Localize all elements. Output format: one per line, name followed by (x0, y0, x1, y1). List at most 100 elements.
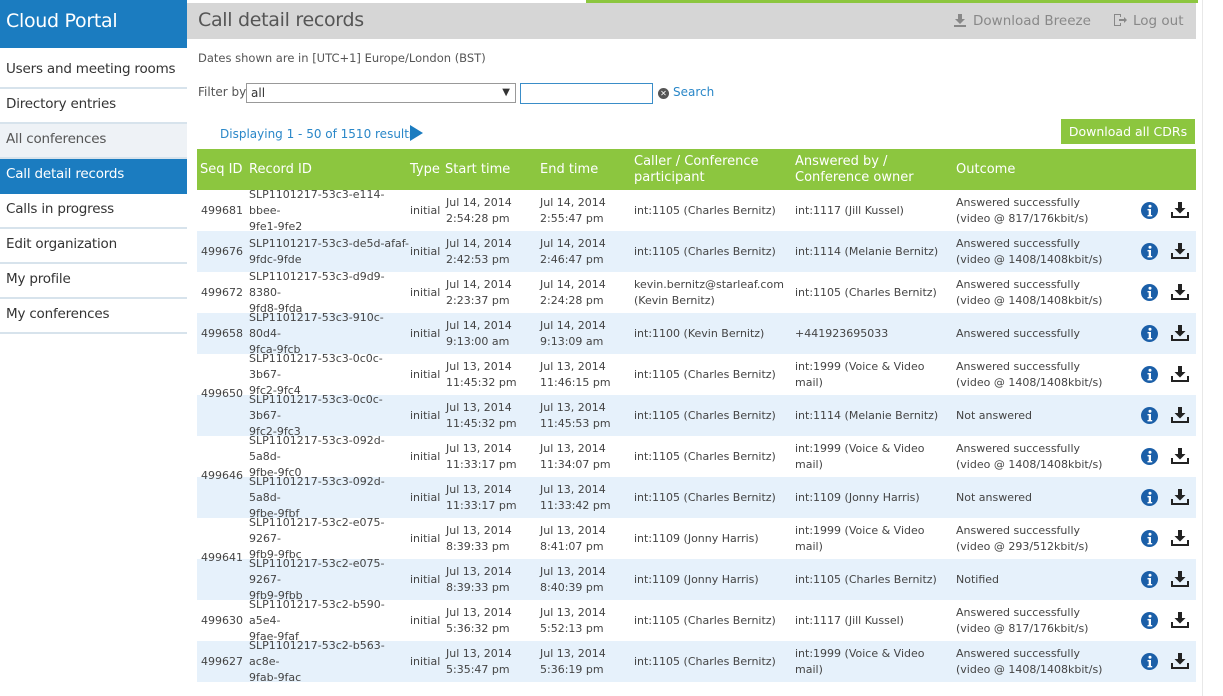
search-button[interactable]: ✕ Search (658, 85, 714, 99)
table-row: SLP1101217-53c3-0c0c-3b67- 9fc2-9fc4 initi… (197, 351, 1196, 397)
end-time: Jul 13, 2014 5:36:19 pm (540, 641, 632, 682)
caller: int:1105 (Charles Bernitz) (634, 477, 794, 518)
col-answered-by[interactable]: Answered by / Conference owner (795, 149, 925, 190)
outcome: Answered successfully (956, 313, 1136, 354)
end-time-line: Jul 14, 2014 (540, 236, 606, 250)
table-row: 499672 SLP1101217-53c3-d9d9-8380- 9fd8-9fd… (197, 269, 1196, 315)
info-icon[interactable] (1141, 448, 1158, 465)
sidebar-item-my-profile[interactable]: My profile (0, 264, 187, 299)
end-time-line: Jul 13, 2014 (540, 523, 606, 537)
download-icon[interactable] (1170, 325, 1190, 342)
brand-logo[interactable]: Cloud Portal (0, 0, 187, 48)
info-icon[interactable] (1141, 284, 1158, 301)
answered-by-line: int:1114 (Melanie Bernitz) (795, 408, 939, 422)
col-outcome[interactable]: Outcome (956, 149, 1015, 190)
next-page-icon[interactable] (410, 125, 423, 141)
info-icon[interactable] (1141, 407, 1158, 424)
record-id-line: SLP1101217-53c2-b590-a5e4- (249, 597, 385, 627)
download-icon[interactable] (1170, 366, 1190, 383)
search-input[interactable] (520, 83, 653, 104)
caller-line: int:1105 (Charles Bernitz) (634, 613, 776, 627)
col-end-time[interactable]: End time (540, 149, 598, 190)
call-type: initial (410, 559, 444, 600)
logout-icon (1114, 14, 1127, 26)
end-time: Jul 14, 2014 2:24:28 pm (540, 272, 632, 313)
info-icon[interactable] (1141, 366, 1158, 383)
caller-line: int:1109 (Jonny Harris) (634, 572, 759, 586)
sidebar-item-call-detail-records[interactable]: Call detail records (0, 159, 187, 194)
caller-line: int:1105 (Charles Bernitz) (634, 408, 776, 422)
col-record-id[interactable]: Record ID (249, 149, 312, 190)
outcome: Notified (956, 559, 1136, 600)
record-id-line: SLP1101217-53c3-0c0c-3b67- (249, 351, 383, 381)
end-time-line: 2:55:47 pm (540, 211, 604, 225)
info-icon[interactable] (1141, 653, 1158, 670)
col-start-time[interactable]: Start time (445, 149, 510, 190)
download-icon[interactable] (1170, 284, 1190, 301)
record-id: SLP1101217-53c3-0c0c-3b67- 9fc2-9fc3 (249, 393, 411, 438)
info-icon[interactable] (1141, 530, 1158, 547)
call-type: initial (410, 600, 444, 641)
download-icon[interactable] (1170, 612, 1190, 629)
sidebar-item-directory-entries[interactable]: Directory entries (0, 89, 187, 124)
download-icon[interactable] (1170, 571, 1190, 588)
download-icon[interactable] (1170, 653, 1190, 670)
record-id-line: 9fab-9fac (249, 670, 302, 684)
download-icon[interactable] (1170, 448, 1190, 465)
download-icon[interactable] (1170, 243, 1190, 260)
end-time-line: Jul 14, 2014 (540, 277, 606, 291)
record-id-line: SLP1101217-53c3-d9d9-8380- (249, 269, 385, 299)
scrollbar[interactable] (1202, 0, 1223, 696)
logout-link[interactable]: Log out (1113, 13, 1184, 29)
outcome-line: Answered successfully (956, 605, 1081, 619)
outcome: Answered successfully (video @ 1408/1408k… (956, 436, 1136, 477)
seq-id: 499641 (201, 551, 243, 564)
start-time: Jul 13, 2014 5:35:47 pm (446, 641, 538, 682)
answered-by-line: +441923695033 (795, 326, 889, 340)
start-time-line: Jul 14, 2014 (446, 277, 512, 291)
outcome-line: (video @ 1408/1408kbit/s) (956, 457, 1103, 471)
sidebar-item-edit-organization[interactable]: Edit organization (0, 229, 187, 264)
col-seq-id[interactable]: Seq ID (200, 149, 242, 190)
info-icon[interactable] (1141, 325, 1158, 342)
start-time-line: Jul 13, 2014 (446, 359, 512, 373)
info-icon[interactable] (1141, 489, 1158, 506)
answered-by: int:1114 (Melanie Bernitz) (795, 395, 955, 436)
end-time: Jul 13, 2014 11:34:07 pm (540, 436, 632, 477)
answered-by: int:1999 (Voice & Video mail) (795, 518, 955, 559)
download-all-cdrs-button[interactable]: Download all CDRs (1061, 119, 1195, 144)
col-caller[interactable]: Caller / Conference participant (634, 149, 774, 190)
info-icon[interactable] (1141, 202, 1158, 219)
info-icon[interactable] (1141, 243, 1158, 260)
info-icon[interactable] (1141, 612, 1158, 629)
start-time: Jul 13, 2014 8:39:33 pm (446, 559, 538, 600)
start-time: Jul 13, 2014 11:33:17 pm (446, 436, 538, 477)
download-icon[interactable] (1170, 530, 1190, 547)
caller: int:1105 (Charles Bernitz) (634, 231, 794, 272)
filter-select[interactable]: all ▼ (246, 83, 516, 103)
sidebar-item-calls-in-progress[interactable]: Calls in progress (0, 194, 187, 229)
sidebar-item-users-and-meeting-rooms[interactable]: Users and meeting rooms (0, 54, 187, 89)
start-time-line: Jul 14, 2014 (446, 195, 512, 209)
call-type: initial (410, 436, 444, 477)
record-id: SLP1101217-53c3-092d-5a8d- 9fbe-9fc0 (249, 434, 411, 479)
sidebar-item-my-conferences[interactable]: My conferences (0, 299, 187, 334)
download-icon[interactable] (1170, 407, 1190, 424)
sidebar-item-all-conferences[interactable]: All conferences (0, 124, 187, 159)
outcome-line: Answered successfully (956, 277, 1081, 291)
call-type: initial (410, 395, 444, 436)
download-breeze-link[interactable]: Download Breeze (953, 13, 1091, 29)
col-type[interactable]: Type (410, 149, 440, 190)
download-icon[interactable] (1170, 489, 1190, 506)
answered-by-line: int:1999 (Voice & Video mail) (795, 359, 925, 389)
info-icon[interactable] (1141, 571, 1158, 588)
clear-icon[interactable]: ✕ (658, 88, 669, 99)
table-row: 499630 SLP1101217-53c2-b590-a5e4- 9fae-9fa… (197, 597, 1196, 643)
record-id-line: SLP1101217-53c3-910c-80d4- (249, 310, 384, 340)
answered-by-line: int:1999 (Voice & Video mail) (795, 441, 925, 471)
start-time-line: 11:45:32 pm (446, 375, 517, 389)
table-row: 499681 SLP1101217-53c3-e114-bbee- 9fe1-9fe… (197, 188, 1196, 233)
download-icon[interactable] (1170, 202, 1190, 219)
start-time-line: 5:36:32 pm (446, 621, 510, 635)
outcome: Not answered (956, 477, 1136, 518)
